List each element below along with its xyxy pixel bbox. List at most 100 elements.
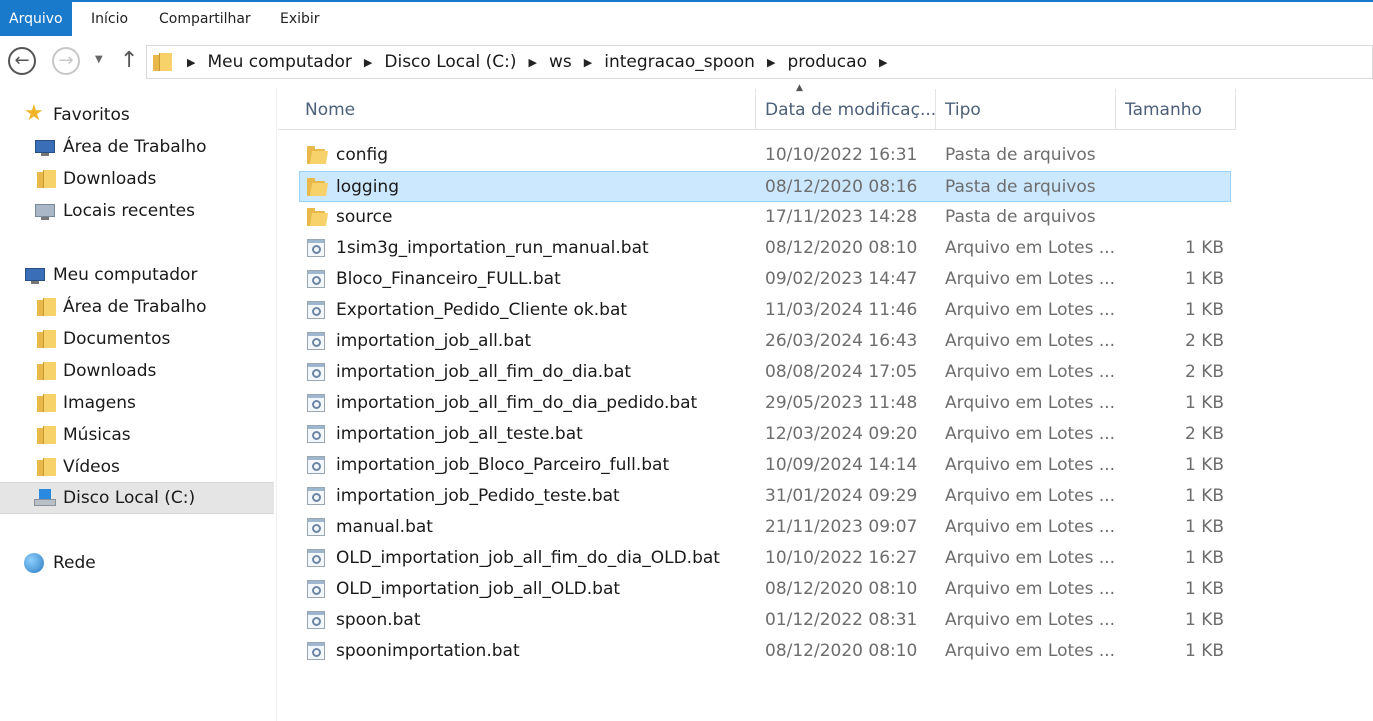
batch-file-icon xyxy=(307,611,327,629)
column-resize-handle[interactable] xyxy=(1115,89,1116,129)
sidebar-item-downloads[interactable]: Downloads xyxy=(0,163,274,195)
column-header-tipo[interactable]: Tipo xyxy=(945,89,1105,129)
column-header-nome[interactable]: Nome xyxy=(305,89,745,129)
file-type: Arquivo em Lotes ... xyxy=(945,610,1116,630)
file-size: 1 KB xyxy=(1184,548,1224,568)
table-row[interactable]: importation_job_all_teste.bat 12/03/2024 … xyxy=(278,419,1236,450)
chevron-right-icon[interactable]: ▶ xyxy=(187,56,195,69)
chevron-right-icon[interactable]: ▶ xyxy=(879,56,887,69)
back-button[interactable]: ← xyxy=(5,44,39,78)
breadcrumb-producao[interactable]: producao xyxy=(787,52,867,72)
file-date: 17/11/2023 14:28 xyxy=(765,207,918,227)
sidebar-item-area-de-trabalho-pc[interactable]: Área de Trabalho xyxy=(0,291,274,323)
file-name: spoonimportation.bat xyxy=(336,641,520,661)
table-row[interactable]: 1sim3g_importation_run_manual.bat 08/12/2… xyxy=(278,233,1236,264)
file-size: 1 KB xyxy=(1184,486,1224,506)
file-date: 12/03/2024 09:20 xyxy=(765,424,918,444)
sidebar-item-videos[interactable]: Vídeos xyxy=(0,451,274,483)
file-size: 1 KB xyxy=(1184,455,1224,475)
file-size: 1 KB xyxy=(1184,238,1224,258)
file-date: 10/10/2022 16:31 xyxy=(765,145,918,165)
sidebar-item-favoritos[interactable]: ★ Favoritos xyxy=(0,99,274,131)
table-row[interactable]: spoonimportation.bat 08/12/2020 08:10 Arqu… xyxy=(278,636,1236,667)
navigation-pane: ★ Favoritos Área de Trabalho Downloads L… xyxy=(0,92,274,721)
file-name: importation_job_all_teste.bat xyxy=(336,424,583,444)
table-row[interactable]: logging 08/12/2020 08:16 Pasta de arquivos xyxy=(299,171,1231,202)
network-icon xyxy=(24,553,44,573)
ribbon: Arquivo Início Compartilhar Exibir xyxy=(0,0,1373,36)
file-date: 09/02/2023 14:47 xyxy=(765,269,918,289)
file-name: importation_job_all.bat xyxy=(336,331,532,351)
file-name: source xyxy=(336,207,393,227)
folder-icon xyxy=(307,208,329,226)
up-arrow-icon[interactable]: ↑ xyxy=(120,48,138,73)
table-row[interactable]: spoon.bat 01/12/2022 08:31 Arquivo em Lote… xyxy=(278,605,1236,636)
file-date: 10/09/2024 14:14 xyxy=(765,455,918,475)
table-row[interactable]: importation_job_all_fim_do_dia_pedido.ba… xyxy=(278,388,1236,419)
pane-divider[interactable] xyxy=(276,88,277,721)
sidebar-item-musicas[interactable]: Músicas xyxy=(0,419,274,451)
breadcrumb-meu-computador[interactable]: Meu computador xyxy=(207,52,351,72)
column-resize-handle[interactable] xyxy=(1235,89,1236,129)
table-row[interactable]: OLD_importation_job_all_OLD.bat 08/12/202… xyxy=(278,574,1236,605)
sidebar-item-rede[interactable]: Rede xyxy=(0,547,274,579)
chevron-right-icon[interactable]: ▶ xyxy=(584,56,592,69)
batch-file-icon xyxy=(307,456,327,474)
file-name: manual.bat xyxy=(336,517,433,537)
table-row[interactable]: importation_job_Bloco_Parceiro_full.bat 1… xyxy=(278,450,1236,481)
table-row[interactable]: importation_job_Pedido_teste.bat 31/01/20… xyxy=(278,481,1236,512)
breadcrumb-ws[interactable]: ws xyxy=(549,52,572,72)
table-row[interactable]: Bloco_Financeiro_FULL.bat 09/02/2023 14:4… xyxy=(278,264,1236,295)
file-type: Arquivo em Lotes ... xyxy=(945,486,1116,506)
file-date: 11/03/2024 11:46 xyxy=(765,300,918,320)
column-header-tamanho[interactable]: Tamanho xyxy=(1125,89,1225,129)
column-resize-handle[interactable] xyxy=(935,89,936,129)
sidebar-item-disco-local[interactable]: Disco Local (C:) xyxy=(0,482,274,514)
chevron-right-icon[interactable]: ▶ xyxy=(364,56,372,69)
address-bar[interactable]: ▶ Meu computador ▶ Disco Local (C:) ▶ ws… xyxy=(146,45,1373,79)
forward-button[interactable]: → xyxy=(49,44,83,78)
recent-locations-dropdown[interactable]: ▼ xyxy=(95,54,103,65)
column-header-data[interactable]: Data de modificaç... xyxy=(765,89,935,129)
file-date: 08/12/2020 08:16 xyxy=(765,177,918,197)
table-row[interactable]: importation_job_all_fim_do_dia.bat 08/08/… xyxy=(278,357,1236,388)
batch-file-icon xyxy=(307,332,327,350)
tab-inicio[interactable]: Início xyxy=(91,2,128,36)
table-row[interactable]: importation_job_all.bat 26/03/2024 16:43 A… xyxy=(278,326,1236,357)
file-date: 08/08/2024 17:05 xyxy=(765,362,918,382)
table-row[interactable]: config 10/10/2022 16:31 Pasta de arquivos xyxy=(278,140,1236,171)
table-row[interactable]: Exportation_Pedido_Cliente ok.bat 11/03/2… xyxy=(278,295,1236,326)
table-row[interactable]: source 17/11/2023 14:28 Pasta de arquivos xyxy=(278,202,1236,233)
table-row[interactable]: OLD_importation_job_all_fim_do_dia_OLD.b… xyxy=(278,543,1236,574)
column-resize-handle[interactable] xyxy=(755,89,756,129)
recent-places-icon xyxy=(35,204,55,220)
sidebar-item-label: Downloads xyxy=(63,169,157,189)
file-date: 26/03/2024 16:43 xyxy=(765,331,918,351)
desktop-icon xyxy=(35,140,55,156)
sidebar-item-downloads-pc[interactable]: Downloads xyxy=(0,355,274,387)
tab-compartilhar[interactable]: Compartilhar xyxy=(159,2,251,36)
tab-exibir[interactable]: Exibir xyxy=(280,2,320,36)
batch-file-icon xyxy=(307,270,327,288)
file-date: 31/01/2024 09:29 xyxy=(765,486,918,506)
file-name: logging xyxy=(336,177,399,197)
downloads-folder-icon xyxy=(37,170,56,188)
file-name: Bloco_Financeiro_FULL.bat xyxy=(336,269,561,289)
tab-arquivo[interactable]: Arquivo xyxy=(0,0,72,36)
chevron-right-icon[interactable]: ▶ xyxy=(529,56,537,69)
table-row[interactable]: manual.bat 21/11/2023 09:07 Arquivo em Lot… xyxy=(278,512,1236,543)
sidebar-item-locais-recentes[interactable]: Locais recentes xyxy=(0,195,274,227)
breadcrumb-integracao-spoon[interactable]: integracao_spoon xyxy=(604,52,755,72)
sidebar-item-label: Músicas xyxy=(63,425,131,445)
file-name: spoon.bat xyxy=(336,610,421,630)
sidebar-item-documentos[interactable]: Documentos xyxy=(0,323,274,355)
sidebar-item-imagens[interactable]: Imagens xyxy=(0,387,274,419)
file-name: OLD_importation_job_all_OLD.bat xyxy=(336,579,621,599)
chevron-right-icon[interactable]: ▶ xyxy=(767,56,775,69)
sidebar-item-label: Área de Trabalho xyxy=(63,297,207,317)
sidebar-item-area-de-trabalho[interactable]: Área de Trabalho xyxy=(0,131,274,163)
breadcrumb-disco-local[interactable]: Disco Local (C:) xyxy=(384,52,516,72)
sidebar-item-label: Downloads xyxy=(63,361,157,381)
batch-file-icon xyxy=(307,394,327,412)
sidebar-item-meu-computador[interactable]: Meu computador xyxy=(0,259,274,291)
